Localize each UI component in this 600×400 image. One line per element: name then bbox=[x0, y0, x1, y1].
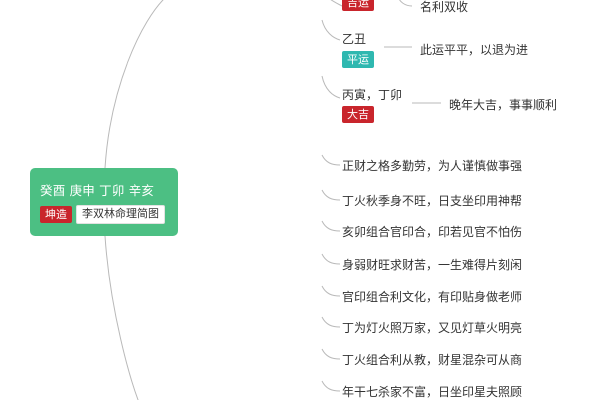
period-branch bbox=[321, 19, 341, 41]
trait-item[interactable]: 丁火秋季身不旺，日支坐印用神帮 bbox=[342, 192, 522, 209]
period-leaf-link bbox=[399, 0, 413, 7]
trait-branch bbox=[321, 220, 341, 232]
period-badge-jiyun: 吉运 bbox=[342, 0, 374, 11]
period-label[interactable]: 丙寅，丁卯 bbox=[342, 86, 402, 103]
branch-upper-trunk bbox=[104, 0, 164, 169]
period-label[interactable]: 乙丑 bbox=[342, 30, 366, 47]
trait-item[interactable]: 年干七杀家不富，日坐印星夫照顾 bbox=[342, 383, 522, 400]
chart-name-tag: 李双林命理简图 bbox=[76, 205, 165, 224]
gender-tag: 坤造 bbox=[40, 206, 72, 223]
root-node[interactable]: 癸酉 庚申 丁卯 辛亥 坤造 李双林命理简图 bbox=[30, 168, 178, 236]
trait-item[interactable]: 官印组合利文化，有印贴身做老师 bbox=[342, 288, 522, 305]
trait-branch bbox=[321, 189, 341, 201]
trait-branch bbox=[321, 285, 341, 297]
trait-item[interactable]: 身弱财旺求财苦，一生难得片刻闲 bbox=[342, 256, 522, 273]
trait-branch bbox=[321, 380, 341, 392]
period-branch bbox=[330, 0, 343, 7]
trait-item[interactable]: 亥卯组合官印合，印若见官不怕伤 bbox=[342, 223, 522, 240]
period-desc: 此运平平，以退为进 bbox=[420, 43, 529, 57]
period-desc: 晚年大吉，事事顺利 bbox=[449, 98, 558, 112]
trait-item[interactable]: 丁火组合利从教，财星混杂可从商 bbox=[342, 351, 522, 368]
trait-branch bbox=[321, 154, 341, 166]
period-badge-pingyun: 平运 bbox=[342, 51, 374, 68]
trait-item[interactable]: 丁为灯火照万家，又见灯草火明亮 bbox=[342, 319, 522, 336]
trait-branch bbox=[321, 253, 341, 265]
period-desc: 名利双收 bbox=[420, 0, 469, 14]
root-title: 癸酉 庚申 丁卯 辛亥 bbox=[40, 183, 155, 198]
period-branch bbox=[321, 75, 341, 99]
trait-branch bbox=[321, 348, 341, 360]
trait-item[interactable]: 正财之格多勤劳，为人谨慎做事强 bbox=[342, 157, 522, 174]
period-badge-daji: 大吉 bbox=[342, 106, 374, 123]
branch-lower-trunk bbox=[104, 235, 139, 400]
trait-branch bbox=[321, 316, 341, 328]
